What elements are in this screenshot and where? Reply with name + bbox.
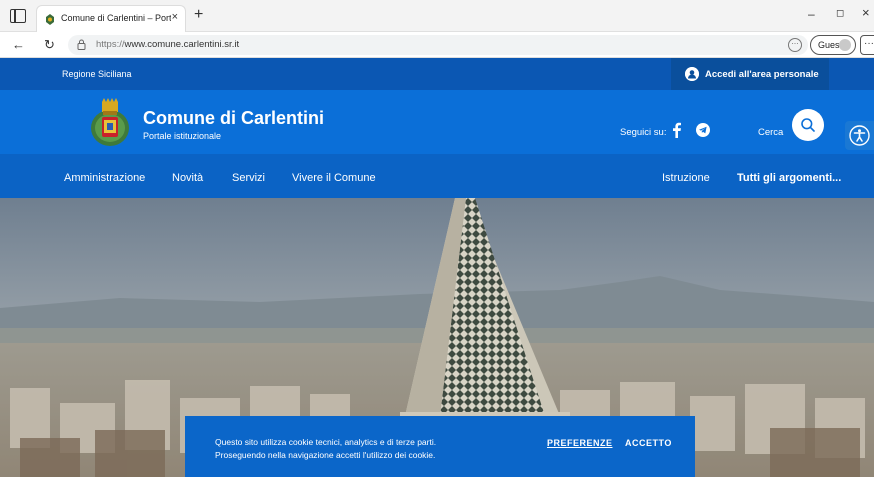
favicon-icon: [46, 14, 54, 25]
region-link[interactable]: Regione Siciliana: [62, 69, 132, 79]
user-avatar-icon: [839, 39, 851, 51]
search-icon: [801, 118, 815, 132]
telegram-icon[interactable]: [696, 123, 710, 137]
main-navbar: Amministrazione Novità Servizi Vivere il…: [0, 154, 874, 198]
nav-item-tutti-gli-argomenti[interactable]: Tutti gli argomenti...: [737, 172, 841, 184]
cookie-accept-button[interactable]: ACCETTO: [625, 438, 672, 448]
reader-icon[interactable]: ⋯: [788, 38, 802, 52]
nav-item-servizi[interactable]: Servizi: [232, 172, 265, 184]
tab-title: Comune di Carlentini – Portale isti: [61, 13, 171, 23]
nav-item-amministrazione[interactable]: Amministrazione: [64, 172, 145, 184]
cookie-text: Questo sito utilizza cookie tecnici, ana…: [215, 436, 525, 462]
browser-tab[interactable]: Comune di Carlentini – Portale isti ×: [36, 5, 186, 32]
url-protocol: https://: [96, 39, 125, 50]
close-window-button[interactable]: ×: [862, 5, 870, 20]
social-label: Seguici su:: [620, 127, 667, 138]
new-tab-button[interactable]: +: [194, 6, 203, 24]
nav-item-novita[interactable]: Novità: [172, 172, 203, 184]
sidebar-icon[interactable]: [10, 9, 26, 23]
login-button[interactable]: Accedi all'area personale: [671, 58, 829, 90]
url-text: https://www.comune.carlentini.sr.it: [96, 39, 239, 50]
cookie-text-line2: Proseguendo nella navigazione accetti l'…: [215, 450, 436, 460]
browser-tabbar: Comune di Carlentini – Portale isti × + …: [0, 0, 874, 32]
cookie-banner: Questo sito utilizza cookie tecnici, ana…: [185, 416, 695, 477]
maximize-button[interactable]: ◻: [836, 8, 844, 19]
facebook-icon[interactable]: [670, 122, 684, 138]
reload-button[interactable]: ↻: [44, 37, 55, 53]
url-host: www.comune.carlentini.sr.it: [124, 39, 240, 50]
search-label: Cerca: [758, 127, 784, 138]
crest-icon[interactable]: [90, 98, 130, 148]
url-field[interactable]: https://www.comune.carlentini.sr.it ⋯: [68, 35, 808, 55]
nav-item-istruzione[interactable]: Istruzione: [662, 172, 710, 184]
user-icon: [685, 67, 699, 81]
center-header: Comune di Carlentini Portale istituziona…: [0, 90, 874, 154]
minimize-button[interactable]: –: [808, 7, 815, 21]
nav-item-vivere-il-comune[interactable]: Vivere il Comune: [292, 172, 376, 184]
site-subtitle: Portale istituzionale: [143, 131, 222, 141]
site-title[interactable]: Comune di Carlentini: [143, 108, 324, 129]
cookie-text-line1: Questo sito utilizza cookie tecnici, ana…: [215, 437, 437, 447]
browser-address-bar: ← ↻ https://www.comune.carlentini.sr.it …: [0, 32, 874, 58]
accessibility-icon: [849, 125, 870, 146]
more-menu-button[interactable]: ···: [860, 35, 874, 55]
search-button[interactable]: [792, 109, 824, 141]
back-button[interactable]: ←: [12, 37, 25, 52]
cookie-preferences-button[interactable]: PREFERENZE: [547, 438, 613, 448]
accessibility-button[interactable]: [845, 121, 874, 150]
login-label: Accedi all'area personale: [705, 69, 819, 80]
tab-close-icon[interactable]: ×: [172, 11, 178, 23]
lock-icon: [77, 39, 86, 50]
guest-profile-button[interactable]: Guest: [810, 35, 856, 55]
